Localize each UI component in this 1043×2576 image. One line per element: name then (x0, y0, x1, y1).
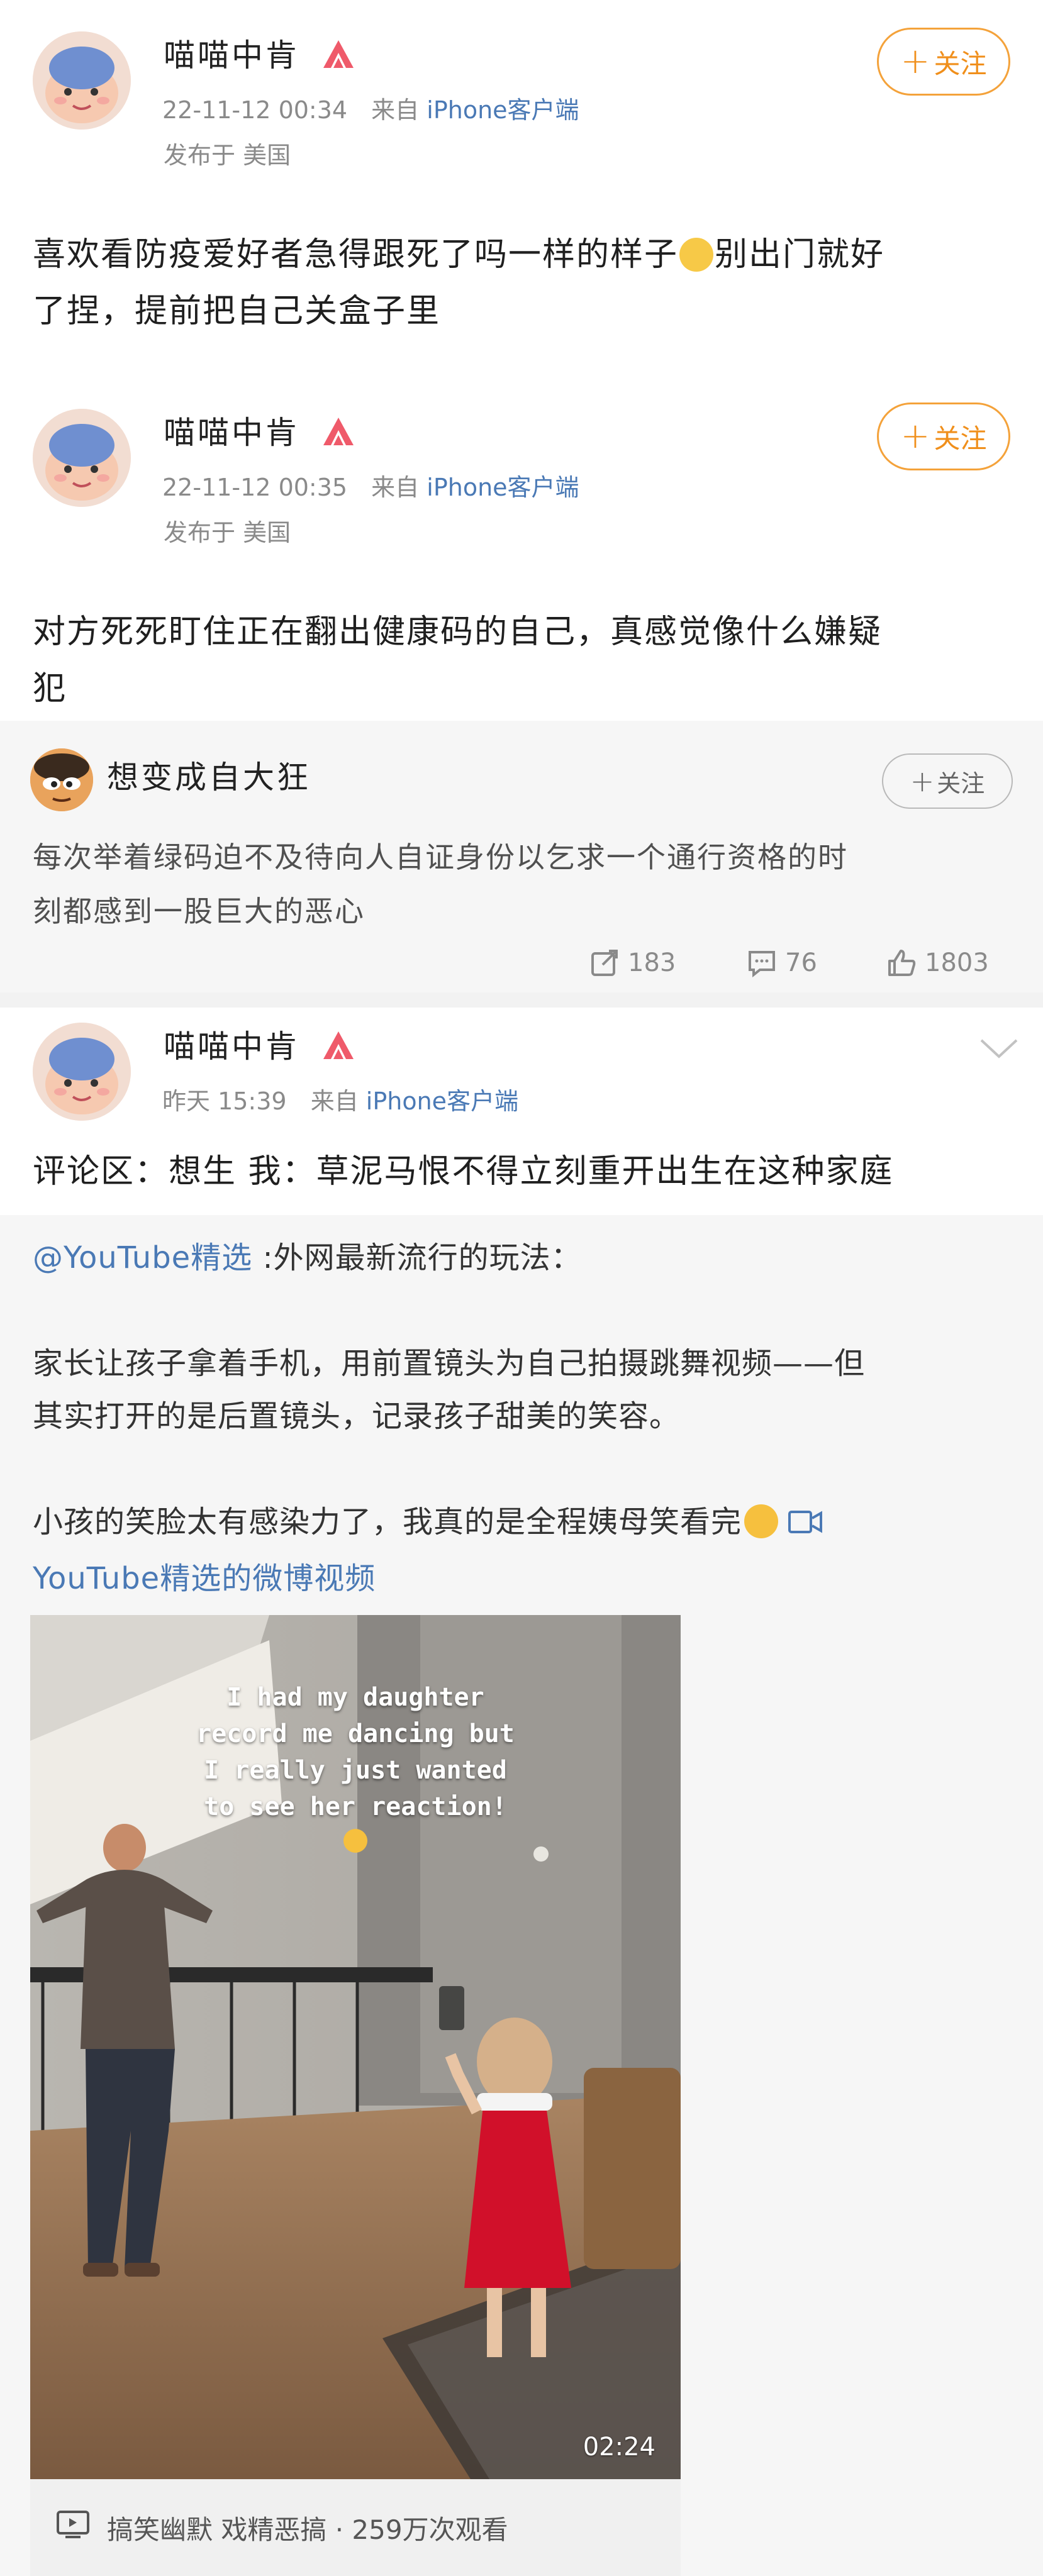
username[interactable]: 喵喵中肯 (164, 414, 299, 452)
post-time: 22-11-12 00:35 (162, 474, 348, 501)
share-icon (591, 950, 618, 976)
overlay-line: I had my daughter (226, 1683, 484, 1712)
source-link[interactable]: iPhone客户端 (366, 1087, 518, 1115)
repost-username[interactable]: 想变成自大狂 (107, 758, 311, 796)
repost-text-line: 每次举着绿码迫不及待向人自证身份以乞求一个通行资格的时 (33, 840, 848, 874)
quoted-text-line: 小孩的笑脸太有感染力了，我真的是全程姨母笑看完 (33, 1504, 742, 1540)
video-caption: 搞笑幽默 戏精恶搞 · 259万次观看 (107, 2514, 508, 2545)
repost-count: 183 (628, 948, 676, 977)
quoted-paragraph: 小孩的笑脸太有感染力了，我真的是全程姨母笑看完 YouTube精选的微博视频 (33, 1496, 1014, 1605)
quoted-paragraph: @YouTube精选 :外网最新流行的玩法： (33, 1231, 1014, 1284)
avatar[interactable] (33, 31, 131, 130)
video-overlay-text: I had my daughter record me dancing but … (30, 1679, 681, 1863)
follow-label: 关注 (937, 769, 985, 797)
comment-action[interactable]: 76 (746, 947, 817, 979)
post-meta: 22-11-12 00:35 来自 iPhone客户端 (162, 473, 579, 502)
post-2: 喵喵中肯 22-11-12 00:35 来自 iPhone客户端 发布于 美国 … (0, 377, 1043, 717)
laughing-emoji-icon (744, 1504, 779, 1538)
post-location: 发布于 美国 (164, 519, 291, 547)
tv-icon (55, 2509, 91, 2546)
post-meta: 昨天 15:39 来自 iPhone客户端 (162, 1087, 518, 1116)
plus-icon: + (910, 764, 935, 798)
repost-action[interactable]: 183 (589, 947, 676, 979)
pleading-emoji-icon (343, 1829, 367, 1853)
post-text-line: 别出门就好 (715, 236, 885, 274)
overlay-line: to see her reaction! (204, 1792, 507, 1821)
mention-link[interactable]: @YouTube精选 (33, 1240, 252, 1275)
avatar[interactable] (33, 1023, 131, 1121)
post-time: 昨天 15:39 (162, 1087, 287, 1115)
plus-icon: + (900, 416, 930, 457)
post-location: 发布于 美国 (164, 142, 291, 169)
post-text: 对方死死盯住正在翻出健康码的自己，真感觉像什么嫌疑 犯 (33, 604, 1014, 717)
video-duration: 02:24 (583, 2433, 655, 2462)
source-link[interactable]: iPhone客户端 (427, 96, 579, 124)
post-text-line: 喜欢看防疫爱好者急得跟死了吗一样的样子 (33, 236, 679, 274)
video-link[interactable]: YouTube精选的微博视频 (33, 1561, 376, 1596)
post-text-line: 了捏，提前把自己关盒子里 (33, 292, 441, 330)
like-action[interactable]: 1803 (886, 947, 989, 979)
post-meta: 22-11-12 00:34 来自 iPhone客户端 (162, 96, 579, 125)
post-time: 22-11-12 00:34 (162, 96, 348, 124)
comment-icon (749, 951, 775, 978)
post-1: 喵喵中肯 22-11-12 00:34 来自 iPhone客户端 发布于 美国 … (0, 0, 1043, 352)
source-link[interactable]: iPhone客户端 (427, 474, 579, 501)
overlay-line: record me dancing but (196, 1719, 515, 1748)
follow-button[interactable]: + 关注 (877, 28, 1010, 96)
source-prefix: 来自 (310, 1087, 359, 1115)
follow-label: 关注 (934, 423, 987, 454)
source-prefix: 来自 (371, 474, 420, 501)
like-count: 1803 (925, 948, 989, 977)
source-prefix: 来自 (371, 96, 420, 124)
quoted-paragraph: 家长让孩子拿着手机，用前置镜头为自己拍摄跳舞视频——但 其实打开的是后置镜头，记… (33, 1337, 1014, 1443)
follow-button[interactable]: + 关注 (877, 402, 1010, 470)
chevron-down-icon[interactable] (979, 1036, 1019, 1064)
video-thumbnail[interactable]: I had my daughter record me dancing but … (30, 1615, 681, 2479)
thinking-emoji-icon (679, 238, 714, 272)
username[interactable]: 喵喵中肯 (164, 1028, 299, 1065)
quoted-text-line: 其实打开的是后置镜头，记录孩子甜美的笑容。 (33, 1399, 681, 1434)
quoted-text: @YouTube精选 :外网最新流行的玩法： 家长让孩子拿着手机，用前置镜头为自… (33, 1231, 1014, 1605)
divider (0, 992, 1043, 1008)
avatar[interactable] (30, 748, 93, 811)
video-link-icon[interactable] (787, 1499, 825, 1552)
post-text: 喜欢看防疫爱好者急得跟死了吗一样的样子 别出门就好 了捏，提前把自己关盒子里 (33, 226, 1014, 340)
comment-count: 76 (785, 948, 817, 977)
follow-label: 关注 (934, 48, 987, 79)
post-text-line: 对方死死盯住正在翻出健康码的自己，真感觉像什么嫌疑 (33, 613, 883, 651)
plus-icon: + (900, 41, 930, 82)
vip-badge-icon (320, 415, 357, 448)
vip-badge-icon (320, 38, 357, 70)
overlay-line: I really just wanted (204, 1756, 507, 1785)
quoted-text-line: :外网最新流行的玩法： (252, 1240, 582, 1275)
quoted-text-line: 家长让孩子拿着手机，用前置镜头为自己拍摄跳舞视频——但 (33, 1346, 866, 1381)
post-3: 喵喵中肯 昨天 15:39 来自 iPhone客户端 评论区：想生 我：草泥马恨… (0, 1008, 1043, 1215)
repost-text-line: 刻都感到一股巨大的恶心 (33, 894, 365, 928)
username[interactable]: 喵喵中肯 (164, 36, 299, 74)
repost-text: 每次举着绿码迫不及待向人自证身份以乞求一个通行资格的时 刻都感到一股巨大的恶心 (33, 830, 1014, 938)
follow-button[interactable]: + 关注 (882, 753, 1013, 809)
vip-badge-icon (320, 1029, 357, 1062)
post-text: 评论区：想生 我：草泥马恨不得立刻重开出生在这种家庭 (33, 1153, 894, 1191)
post-text-line: 犯 (33, 670, 67, 708)
avatar[interactable] (33, 409, 131, 507)
thumbs-up-icon (888, 950, 916, 976)
video-caption-bar[interactable]: 搞笑幽默 戏精恶搞 · 259万次观看 (30, 2479, 681, 2576)
